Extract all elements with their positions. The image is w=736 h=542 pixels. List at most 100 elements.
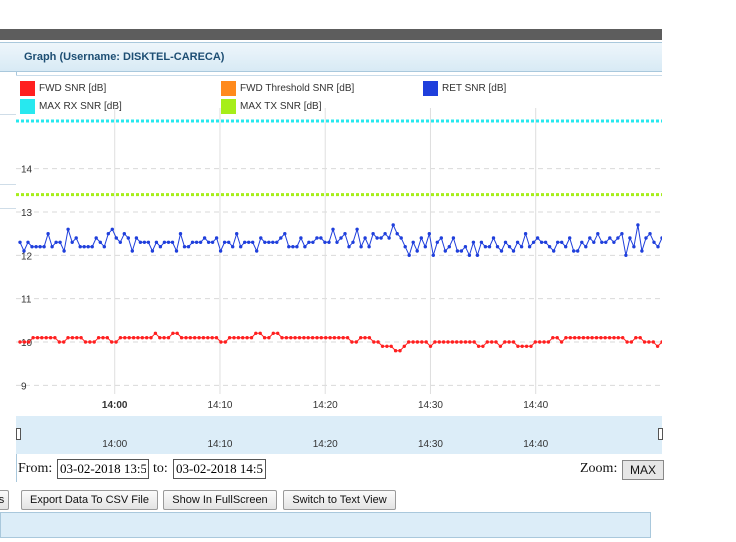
- data-point-ret_snr: [584, 245, 588, 249]
- data-point-fwd_snr: [634, 336, 638, 340]
- data-point-fwd_snr: [332, 336, 337, 340]
- data-point-fwd_snr: [424, 340, 428, 344]
- data-point-fwd_snr: [92, 340, 96, 344]
- data-point-fwd_snr: [166, 336, 171, 340]
- data-point-fwd_snr: [123, 336, 127, 340]
- data-point-fwd_snr: [271, 331, 275, 335]
- data-point-fwd_snr: [415, 340, 420, 344]
- data-point-ret_snr: [648, 232, 652, 236]
- fullscreen-button[interactable]: Show In FullScreen: [163, 490, 277, 510]
- data-point-fwd_snr: [546, 340, 551, 344]
- navigator-tick-label: 14:30: [418, 439, 443, 450]
- data-point-ret_snr: [523, 232, 528, 236]
- navigator-svg: 14:00 14:10 14:20 14:30 14:40: [102, 439, 548, 450]
- data-point-fwd_snr: [433, 340, 437, 344]
- from-date-input[interactable]: [57, 459, 149, 479]
- data-point-fwd_snr: [101, 336, 105, 340]
- data-point-ret_snr: [407, 253, 411, 257]
- data-point-ret_snr: [411, 240, 415, 244]
- data-point-fwd_snr: [249, 336, 254, 340]
- data-point-fwd_snr: [380, 344, 385, 348]
- sidebar-divider: [0, 184, 16, 185]
- data-point-fwd_snr: [524, 344, 529, 348]
- data-point-fwd_snr: [376, 340, 380, 344]
- data-point-ret_snr: [507, 245, 512, 249]
- data-point-ret_snr: [403, 245, 407, 249]
- data-point-fwd_snr: [136, 336, 140, 340]
- data-point-fwd_snr: [533, 340, 537, 344]
- data-point-ret_snr: [535, 236, 540, 240]
- data-point-ret_snr: [247, 240, 251, 244]
- sidebar-divider: [0, 114, 16, 115]
- data-point-ret_snr: [367, 245, 371, 249]
- footer-bar: [0, 512, 651, 538]
- data-point-fwd_snr: [350, 340, 354, 344]
- data-point-ret_snr: [307, 240, 311, 244]
- data-point-ret_snr: [210, 240, 215, 244]
- text-view-button[interactable]: Switch to Text View: [283, 490, 396, 510]
- data-point-ret_snr: [495, 245, 500, 249]
- data-point-ret_snr: [355, 227, 359, 231]
- plot-svg: 9101112131414:00 14:10 14:20 14:30 14:40: [16, 108, 662, 411]
- data-point-ret_snr: [287, 245, 291, 249]
- data-point-ret_snr: [531, 240, 536, 244]
- x-tick-label: 14:00: [102, 400, 128, 411]
- data-point-fwd_snr: [62, 340, 66, 344]
- data-point-fwd_snr: [638, 336, 642, 340]
- data-point-ret_snr: [652, 240, 656, 244]
- data-point-ret_snr: [26, 240, 30, 244]
- data-point-ret_snr: [46, 232, 50, 236]
- navigator-tick-label: 14:10: [207, 439, 232, 450]
- navigator-tick-label: 14:40: [523, 439, 548, 450]
- data-point-fwd_snr: [441, 340, 446, 344]
- data-point-ret_snr: [527, 245, 532, 249]
- data-point-ret_snr: [130, 249, 134, 253]
- data-point-ret_snr: [644, 236, 648, 240]
- data-point-fwd_snr: [201, 336, 206, 340]
- data-point-fwd_snr: [258, 331, 262, 335]
- data-point-ret_snr: [255, 249, 259, 253]
- data-point-fwd_snr: [206, 336, 210, 340]
- data-point-ret_snr: [604, 240, 608, 244]
- data-point-ret_snr: [543, 240, 548, 244]
- data-point-fwd_snr: [232, 336, 236, 340]
- data-point-fwd_snr: [551, 336, 555, 340]
- to-date-input[interactable]: [173, 459, 266, 479]
- data-point-fwd_snr: [450, 340, 455, 344]
- data-point-fwd_snr: [577, 336, 581, 340]
- partial-button[interactable]: s: [0, 490, 9, 510]
- zoom-select[interactable]: MAX: [622, 460, 664, 480]
- data-point-ret_snr: [126, 236, 130, 240]
- data-point-fwd_snr: [158, 336, 162, 340]
- data-point-ret_snr: [295, 245, 299, 249]
- data-point-ret_snr: [455, 249, 460, 253]
- data-point-ret_snr: [106, 232, 111, 236]
- data-point-fwd_snr: [372, 340, 376, 344]
- data-point-ret_snr: [22, 249, 26, 253]
- data-point-fwd_snr: [35, 336, 40, 340]
- zoom-label: Zoom:: [580, 461, 618, 476]
- data-point-ret_snr: [491, 236, 496, 240]
- data-point-ret_snr: [547, 245, 552, 249]
- data-point-fwd_snr: [354, 340, 358, 344]
- data-point-fwd_snr: [118, 336, 123, 340]
- data-point-ret_snr: [319, 236, 323, 240]
- data-point-ret_snr: [315, 236, 319, 240]
- range-navigator[interactable]: 14:00 14:10 14:20 14:30 14:40: [16, 416, 663, 454]
- data-point-fwd_snr: [280, 336, 284, 340]
- data-point-fwd_snr: [153, 331, 158, 335]
- data-point-fwd_snr: [581, 336, 586, 340]
- data-point-fwd_snr: [18, 340, 22, 344]
- to-label: to:: [153, 461, 168, 476]
- data-point-fwd_snr: [564, 336, 568, 340]
- from-label: From:: [18, 461, 53, 476]
- data-point-ret_snr: [166, 240, 171, 244]
- data-point-fwd_snr: [337, 336, 341, 340]
- export-csv-button[interactable]: Export Data To CSV File: [21, 490, 158, 510]
- data-point-ret_snr: [78, 245, 82, 249]
- data-point-ret_snr: [102, 245, 107, 249]
- data-point-fwd_snr: [83, 340, 88, 344]
- data-point-ret_snr: [122, 232, 127, 236]
- data-point-ret_snr: [467, 253, 472, 257]
- data-point-fwd_snr: [542, 340, 546, 344]
